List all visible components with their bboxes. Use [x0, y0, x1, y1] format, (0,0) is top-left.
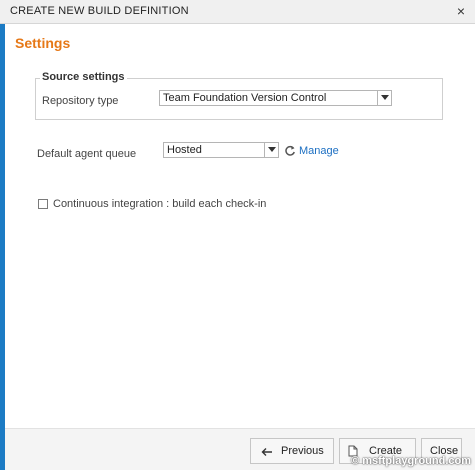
dialog-title: CREATE NEW BUILD DEFINITION	[10, 5, 189, 17]
chevron-down-icon[interactable]	[264, 143, 278, 157]
arrow-left-icon	[261, 448, 272, 456]
close-icon[interactable]: ×	[457, 3, 465, 19]
chevron-down-icon[interactable]	[377, 91, 391, 105]
previous-button[interactable]: Previous	[250, 438, 334, 464]
continuous-integration-checkbox[interactable]	[38, 199, 48, 209]
source-settings-legend: Source settings	[40, 71, 127, 83]
continuous-integration-label: Continuous integration : build each chec…	[53, 198, 267, 210]
manage-link[interactable]: Manage	[299, 145, 339, 157]
settings-heading: Settings	[15, 35, 71, 51]
watermark: © msftplayground.com	[351, 455, 471, 467]
build-definition-dialog: CREATE NEW BUILD DEFINITION × Settings S…	[0, 0, 475, 470]
repository-type-label: Repository type	[42, 95, 119, 107]
default-agent-queue-label: Default agent queue	[37, 148, 137, 160]
repository-type-dropdown[interactable]: Team Foundation Version Control	[159, 90, 392, 106]
previous-button-label: Previous	[281, 445, 324, 457]
refresh-icon[interactable]	[284, 144, 296, 162]
agent-queue-dropdown[interactable]: Hosted	[163, 142, 279, 158]
dialog-titlebar: CREATE NEW BUILD DEFINITION ×	[0, 0, 475, 24]
agent-queue-value: Hosted	[167, 144, 202, 156]
accent-bar	[0, 24, 5, 470]
repository-type-value: Team Foundation Version Control	[163, 92, 327, 104]
